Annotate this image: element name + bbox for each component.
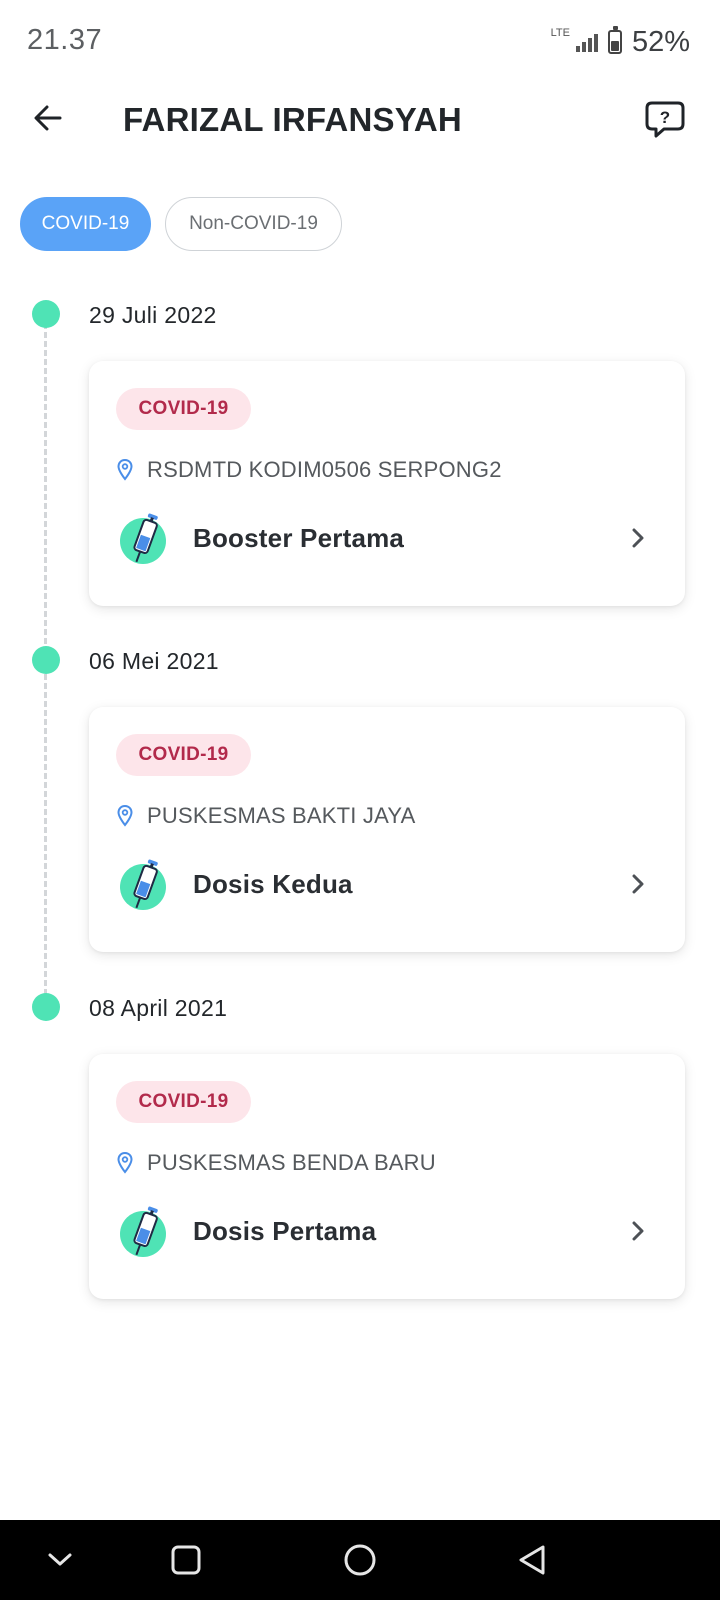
- status-icons: LTE 52%: [551, 24, 690, 60]
- nav-home-button[interactable]: [338, 1540, 382, 1580]
- category-badge: COVID-19: [116, 1081, 251, 1123]
- timeline-dot: [32, 646, 60, 674]
- chevron-right-icon: [632, 528, 644, 548]
- location-text: PUSKESMAS BENDA BARU: [147, 1150, 436, 1175]
- dose-row: Dosis Pertama: [119, 1202, 655, 1260]
- syringe-icon: [120, 513, 166, 564]
- dose-row: Dosis Kedua: [119, 855, 655, 913]
- dose-label: Booster Pertama: [193, 522, 405, 553]
- chevron-right-icon: [632, 1221, 644, 1241]
- location-pin-icon: [117, 805, 133, 827]
- timeline-dot: [32, 300, 60, 328]
- nav-recent-apps-button[interactable]: [164, 1540, 208, 1580]
- app-header: FARIZAL IRFANSYAH ?: [0, 84, 720, 160]
- vaccination-card[interactable]: COVID-19 PUSKESMAS BAKTI JAYA Dosis Kedu…: [89, 707, 685, 952]
- battery-icon: [607, 26, 622, 54]
- page-title: FARIZAL IRFANSYAH: [123, 101, 462, 138]
- help-chat-icon: ?: [645, 101, 685, 138]
- location-pin-icon: [117, 1152, 133, 1174]
- recent-apps-icon: [171, 1545, 201, 1575]
- category-badge: COVID-19: [116, 734, 251, 776]
- signal-icon: [575, 32, 598, 52]
- location-row: PUSKESMAS BENDA BARU: [117, 1150, 436, 1176]
- dose-label: Dosis Kedua: [193, 868, 353, 899]
- dose-label: Dosis Pertama: [193, 1215, 377, 1246]
- location-row: RSDMTD KODIM0506 SERPONG2: [117, 457, 502, 483]
- location-pin-icon: [117, 459, 133, 481]
- back-triangle-icon: [519, 1545, 545, 1575]
- back-button[interactable]: [26, 96, 70, 140]
- syringe-icon: [120, 1206, 166, 1257]
- battery-percent: 52%: [631, 25, 690, 58]
- status-time: 21.37: [27, 24, 103, 56]
- arrow-left-icon: [34, 105, 62, 131]
- location-row: PUSKESMAS BAKTI JAYA: [117, 803, 415, 829]
- system-nav-bar: [0, 1520, 720, 1600]
- status-bar: 21.37 LTE 52%: [0, 0, 720, 84]
- location-text: PUSKESMAS BAKTI JAYA: [147, 803, 416, 828]
- dose-row: Booster Pertama: [119, 509, 655, 567]
- tab-non-covid-19[interactable]: Non-COVID-19: [165, 197, 342, 251]
- nav-back-button[interactable]: [510, 1540, 554, 1580]
- record-date: 08 April 2021: [89, 995, 228, 1021]
- vaccination-card[interactable]: COVID-19 PUSKESMAS BENDA BARU Dosis Pert…: [89, 1054, 685, 1299]
- syringe-icon: [120, 859, 166, 910]
- timeline-dot: [32, 993, 60, 1021]
- category-badge: COVID-19: [116, 388, 251, 430]
- record-date: 06 Mei 2021: [89, 648, 219, 674]
- location-text: RSDMTD KODIM0506 SERPONG2: [147, 457, 502, 482]
- tab-covid-19[interactable]: COVID-19: [20, 197, 151, 251]
- lte-label: LTE: [550, 27, 570, 39]
- chevron-right-icon: [632, 874, 644, 894]
- chevron-down-icon: [48, 1553, 72, 1566]
- svg-text:?: ?: [660, 108, 670, 127]
- category-tabs: COVID-19 Non-COVID-19: [20, 197, 342, 251]
- vaccination-card[interactable]: COVID-19 RSDMTD KODIM0506 SERPONG2 Boost…: [89, 361, 685, 606]
- nav-collapse-button[interactable]: [38, 1540, 82, 1580]
- home-icon: [344, 1544, 376, 1576]
- help-button[interactable]: ?: [644, 100, 686, 140]
- record-date: 29 Juli 2022: [89, 302, 217, 328]
